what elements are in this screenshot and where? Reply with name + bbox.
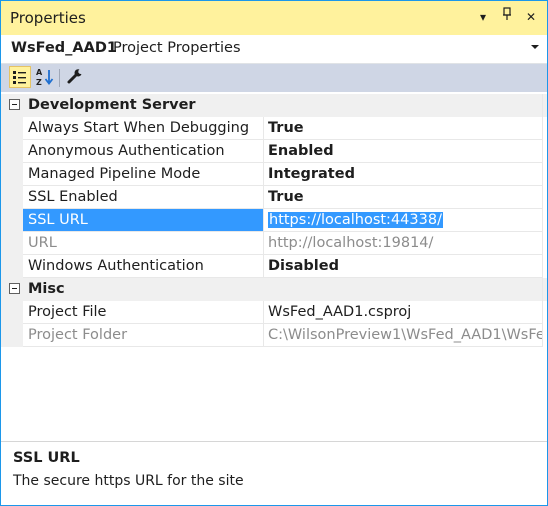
property-value-cell[interactable]: http://localhost:19814/ xyxy=(264,232,543,255)
property-value: Integrated xyxy=(268,166,355,182)
property-value: http://localhost:19814/ xyxy=(268,235,434,251)
property-value: True xyxy=(268,189,304,205)
property-name: SSL Enabled xyxy=(28,189,118,205)
property-name: Windows Authentication xyxy=(28,258,204,274)
alphabetical-button[interactable]: A Z xyxy=(34,66,56,88)
property-grid: Development Server Always Start When Deb… xyxy=(1,94,547,347)
property-row[interactable]: Managed Pipeline Mode Integrated xyxy=(1,163,547,186)
row-gutter xyxy=(1,232,23,255)
property-value: WsFed_AAD1.csproj xyxy=(268,304,412,320)
row-gutter xyxy=(1,255,23,278)
collapse-icon[interactable] xyxy=(9,99,20,110)
property-name-cell[interactable]: SSL URL xyxy=(23,209,264,232)
object-type: Project Properties xyxy=(113,40,241,56)
chevron-down-icon[interactable] xyxy=(531,45,539,49)
properties-toolbar: A Z xyxy=(1,64,547,92)
property-row[interactable]: Anonymous Authentication Enabled xyxy=(1,140,547,163)
property-value: True xyxy=(268,120,304,136)
svg-text:A: A xyxy=(36,68,43,77)
categorized-icon xyxy=(13,71,26,84)
property-name-cell[interactable]: SSL Enabled xyxy=(23,186,264,209)
grid-right-edge xyxy=(542,94,543,347)
property-name-cell[interactable]: Managed Pipeline Mode xyxy=(23,163,264,186)
sort-az-icon: A Z xyxy=(36,68,54,87)
property-row[interactable]: Windows Authentication Disabled xyxy=(1,255,547,278)
property-row-selected[interactable]: SSL URL https://localhost:44338/ xyxy=(1,209,547,232)
property-name: Project Folder xyxy=(28,327,128,343)
pin-icon[interactable] xyxy=(497,7,517,27)
property-name-cell[interactable]: Windows Authentication xyxy=(23,255,264,278)
description-text: The secure https URL for the site xyxy=(13,473,244,489)
property-name-cell[interactable]: Project Folder xyxy=(23,324,264,347)
property-value-cell[interactable]: WsFed_AAD1.csproj xyxy=(264,301,543,324)
category-development-server[interactable]: Development Server xyxy=(1,94,547,117)
object-selector[interactable]: WsFed_AAD1 Project Properties xyxy=(1,35,547,64)
property-name: Project File xyxy=(28,304,107,320)
row-gutter xyxy=(1,140,23,163)
property-name-cell[interactable]: Project File xyxy=(23,301,264,324)
property-name-cell[interactable]: Anonymous Authentication xyxy=(23,140,264,163)
property-value-cell[interactable]: True xyxy=(264,186,543,209)
description-splitter[interactable] xyxy=(1,441,547,442)
title-bar[interactable]: Properties ▾ ✕ xyxy=(1,1,547,35)
row-gutter xyxy=(1,163,23,186)
property-row[interactable]: Project File WsFed_AAD1.csproj xyxy=(1,301,547,324)
category-label: Development Server xyxy=(28,97,196,113)
property-value-cell[interactable]: Disabled xyxy=(264,255,543,278)
property-name: URL xyxy=(28,235,57,251)
wrench-icon xyxy=(67,69,82,84)
pin-icon-glyph xyxy=(503,7,511,20)
property-name: Always Start When Debugging xyxy=(28,120,250,136)
row-gutter xyxy=(1,117,23,140)
description-title: SSL URL xyxy=(13,450,80,466)
property-value: Enabled xyxy=(268,143,334,159)
property-value: C:\WilsonPreview1\WsFed_AAD1\WsFed_ xyxy=(268,327,543,343)
window-position-dropdown-icon[interactable]: ▾ xyxy=(473,7,493,27)
property-pages-button[interactable] xyxy=(65,66,87,88)
properties-window: Properties ▾ ✕ WsFed_AAD1 Project Proper… xyxy=(0,0,548,506)
categorized-button[interactable] xyxy=(9,66,31,88)
property-name: Anonymous Authentication xyxy=(28,143,225,159)
property-value-input[interactable]: https://localhost:44338/ xyxy=(268,212,443,228)
panel-title: Properties xyxy=(10,9,86,27)
toolbar-separator xyxy=(59,69,60,87)
property-row[interactable]: URL http://localhost:19814/ xyxy=(1,232,547,255)
object-name: WsFed_AAD1 xyxy=(11,40,117,56)
property-value-cell[interactable]: True xyxy=(264,117,543,140)
category-label: Misc xyxy=(28,281,65,297)
row-gutter xyxy=(1,324,23,347)
svg-text:Z: Z xyxy=(36,78,42,87)
property-value: Disabled xyxy=(268,258,339,274)
property-value-cell[interactable]: Integrated xyxy=(264,163,543,186)
property-value-cell[interactable]: C:\WilsonPreview1\WsFed_AAD1\WsFed_ xyxy=(264,324,543,347)
property-name: Managed Pipeline Mode xyxy=(28,166,201,182)
row-gutter xyxy=(1,209,23,232)
property-name-cell[interactable]: Always Start When Debugging xyxy=(23,117,264,140)
property-value-cell[interactable]: https://localhost:44338/ xyxy=(264,209,543,232)
close-icon[interactable]: ✕ xyxy=(521,7,541,27)
collapse-icon[interactable] xyxy=(9,283,20,294)
category-misc[interactable]: Misc xyxy=(1,278,547,301)
property-row[interactable]: Always Start When Debugging True xyxy=(1,117,547,140)
property-row[interactable]: SSL Enabled True xyxy=(1,186,547,209)
row-gutter xyxy=(1,186,23,209)
row-gutter xyxy=(1,301,23,324)
property-name: SSL URL xyxy=(28,212,88,228)
property-name-cell[interactable]: URL xyxy=(23,232,264,255)
property-row[interactable]: Project Folder C:\WilsonPreview1\WsFed_A… xyxy=(1,324,547,347)
property-value-cell[interactable]: Enabled xyxy=(264,140,543,163)
